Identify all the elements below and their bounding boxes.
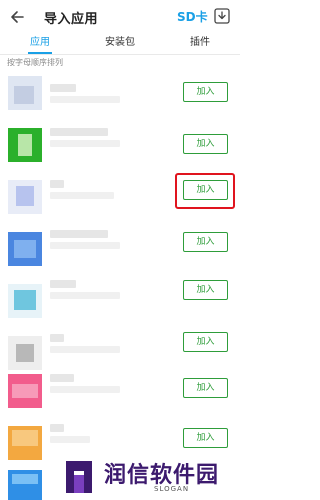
watermark: 润信软件园 SLOGAN [58, 455, 240, 500]
app-icon [8, 284, 42, 318]
app-icon [8, 374, 42, 408]
page-title: 导入应用 [44, 12, 99, 27]
app-name-blurred [50, 84, 76, 92]
add-button[interactable]: 加入 [183, 280, 228, 300]
arrow-left-icon[interactable] [8, 7, 28, 27]
download-icon[interactable] [213, 7, 231, 25]
list-item[interactable]: 加入 [0, 70, 240, 122]
app-icon [8, 128, 42, 162]
add-button[interactable]: 加入 [183, 378, 228, 398]
app-name-blurred [50, 334, 64, 342]
watermark-slogan: SLOGAN [154, 485, 190, 493]
add-button[interactable]: 加入 [183, 134, 228, 154]
add-button[interactable]: 加入 [183, 82, 228, 102]
add-button[interactable]: 加入 [183, 428, 228, 448]
add-button[interactable]: 加入 [183, 232, 228, 252]
app-name-blurred [50, 180, 64, 188]
top-bar: 导入应用 SD卡 [0, 0, 240, 34]
tab-packages[interactable]: 安装包 [80, 34, 160, 54]
app-name-blurred [50, 374, 74, 382]
app-icon [8, 470, 42, 500]
app-icon [8, 180, 42, 214]
tab-bar: 应用 安装包 插件 [0, 34, 240, 54]
app-info-blurred [50, 386, 120, 393]
app-info-blurred [50, 192, 114, 199]
list-item[interactable]: 加入 [0, 368, 240, 420]
app-info-blurred [50, 140, 120, 147]
app-icon [8, 76, 42, 110]
add-button[interactable]: 加入 [183, 332, 228, 352]
list-item[interactable]: 加入 [0, 122, 240, 174]
sort-order-label: 按字母顺序排列 [7, 58, 63, 67]
app-info-blurred [50, 346, 120, 353]
tab-plugins[interactable]: 插件 [160, 34, 240, 54]
app-info-blurred [50, 242, 120, 249]
app-info-blurred [50, 292, 120, 299]
watermark-logo-icon [66, 461, 92, 493]
app-info-blurred [50, 436, 90, 443]
sd-card-button[interactable]: SD卡 [177, 8, 208, 25]
highlight-box [175, 173, 235, 209]
app-name-blurred [50, 424, 64, 432]
app-name-blurred [50, 280, 76, 288]
app-icon [8, 232, 42, 266]
app-info-blurred [50, 96, 120, 103]
app-name-blurred [50, 128, 108, 136]
list-item[interactable]: 加入 [0, 278, 240, 330]
tab-divider [0, 54, 240, 55]
list-item[interactable]: 加入 [0, 226, 240, 278]
app-icon [8, 426, 42, 460]
app-name-blurred [50, 230, 108, 238]
tab-apps[interactable]: 应用 [0, 34, 80, 54]
app-icon [8, 336, 42, 370]
